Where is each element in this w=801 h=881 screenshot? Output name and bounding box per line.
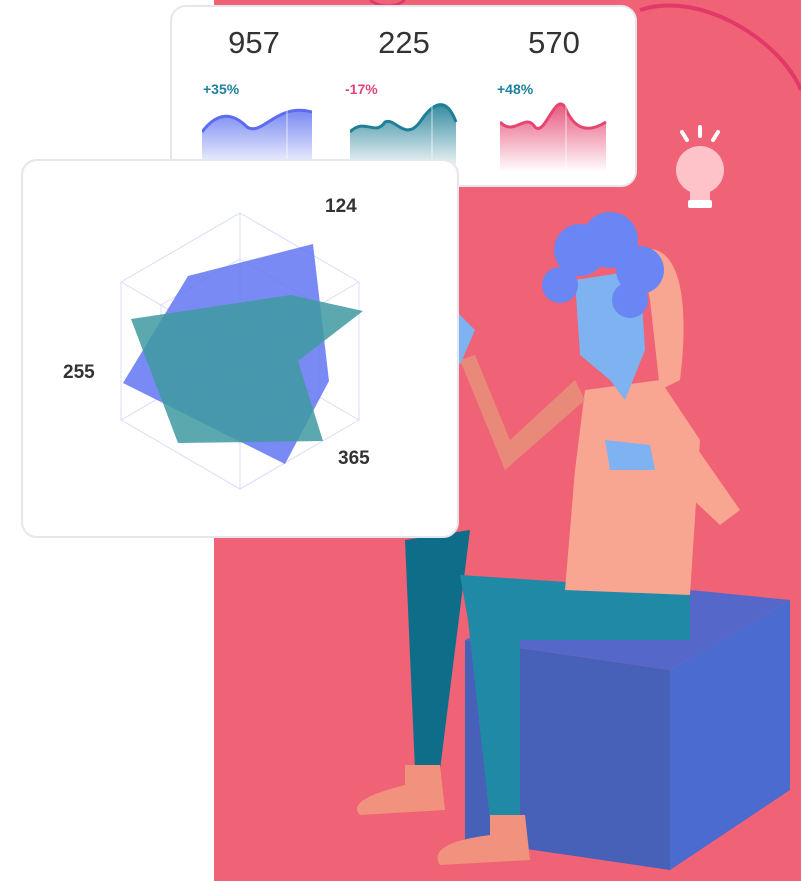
radar-card	[21, 159, 459, 538]
radar-label-bottom-right: 365	[338, 448, 370, 469]
illustration-stage: 957 +35% 225 -17% 570 +48% 124 255 365	[0, 0, 801, 881]
sparkline-pink	[500, 102, 607, 172]
stat-item: 570 +48%	[484, 7, 624, 187]
stat-value: 225	[378, 25, 430, 60]
stat-value: 570	[528, 25, 580, 60]
stat-value: 957	[228, 25, 280, 60]
radar-label-top: 124	[325, 196, 357, 217]
radar-label-left: 255	[63, 362, 95, 383]
radar-chart	[120, 212, 363, 490]
radar-series-teal	[131, 295, 363, 443]
